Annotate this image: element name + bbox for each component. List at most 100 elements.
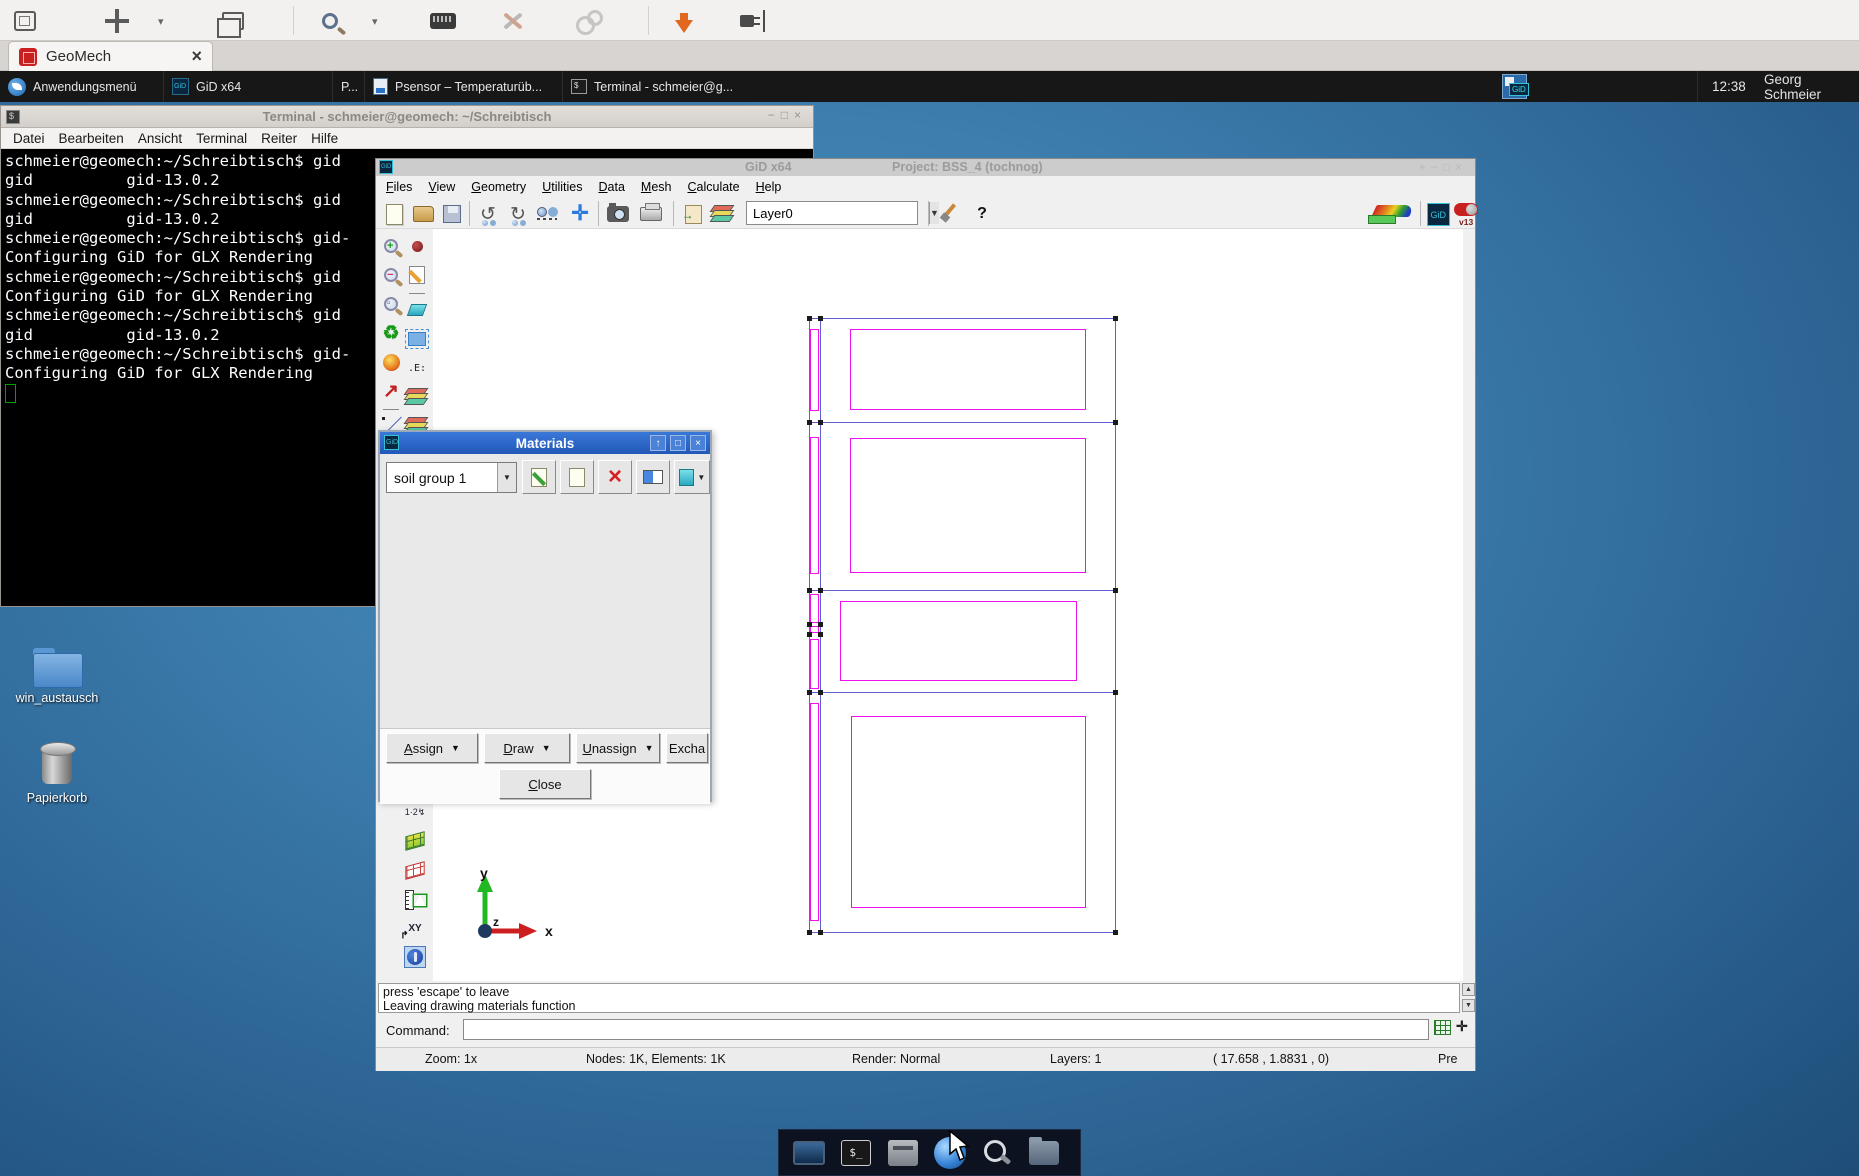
roll-up-icon[interactable]: ↑ xyxy=(650,435,666,451)
help-icon[interactable]: ? xyxy=(970,202,994,226)
message-box[interactable]: press 'escape' to leave Leaving drawing … xyxy=(378,983,1460,1013)
taskbar-window-gid[interactable]: GiD x64 xyxy=(163,71,331,102)
desktop-icon-trash[interactable]: Papierkorb xyxy=(12,742,102,806)
menu-reiter[interactable]: Reiter xyxy=(261,131,297,146)
gears-icon[interactable] xyxy=(575,8,599,34)
redo-icon[interactable]: ↻ xyxy=(506,202,530,226)
chevron-down-icon[interactable]: ▾ xyxy=(372,8,378,34)
material-select[interactable]: soil group 1 ▼ xyxy=(386,462,517,493)
edit-notepad-icon[interactable] xyxy=(406,264,428,286)
draw-materials-brush-icon[interactable] xyxy=(938,202,962,226)
unassign-button[interactable]: Unassign▼ xyxy=(576,733,660,763)
close-icon[interactable]: × xyxy=(690,435,706,451)
dock-display-icon[interactable] xyxy=(792,1136,826,1170)
assign-button[interactable]: Assign▼ xyxy=(386,733,478,763)
menu-mesh[interactable]: Mesh xyxy=(641,180,672,194)
material-select-arrow-icon[interactable]: ▼ xyxy=(497,463,516,492)
dimension-label-icon[interactable]: .E: xyxy=(406,357,428,379)
menu-ansicht[interactable]: Ansicht xyxy=(138,131,182,146)
select-surface-icon[interactable] xyxy=(406,328,428,350)
redraw-icon[interactable]: ♻ xyxy=(380,322,402,344)
minimize-icon[interactable]: − xyxy=(768,108,781,122)
material-options-button[interactable]: ▼ xyxy=(674,460,710,494)
maximize-icon[interactable]: □ xyxy=(781,108,794,122)
shade-icon[interactable]: + xyxy=(1419,160,1431,174)
terminal-output[interactable]: schmeier@geomech:~/Schreibtisch$ gid gid… xyxy=(5,152,350,384)
postprocess-toggle-icon[interactable] xyxy=(1366,202,1414,226)
draw-button[interactable]: Draw▼ xyxy=(484,733,570,763)
dock-search-icon[interactable] xyxy=(980,1136,1014,1170)
edit-material-button[interactable] xyxy=(522,460,556,494)
import-export-material-button[interactable] xyxy=(636,460,670,494)
close-icon[interactable]: × xyxy=(794,108,807,122)
duplicate-window-icon[interactable] xyxy=(222,8,244,34)
window-list-icon[interactable] xyxy=(14,8,36,34)
menu-hilfe[interactable]: Hilfe xyxy=(311,131,338,146)
new-project-icon[interactable] xyxy=(382,202,406,226)
pan-icon[interactable]: ✛ xyxy=(568,202,592,226)
zoom-in-icon[interactable] xyxy=(380,235,402,257)
view-glasses-icon[interactable] xyxy=(536,202,560,226)
chevron-down-icon[interactable]: ▾ xyxy=(158,8,164,34)
disconnect-plug-icon[interactable] xyxy=(740,8,754,34)
menu-files[interactable]: Files xyxy=(386,180,412,194)
menu-view[interactable]: View xyxy=(428,180,455,194)
dock-files-icon[interactable] xyxy=(886,1136,920,1170)
print-icon[interactable] xyxy=(639,202,663,226)
save-project-icon[interactable] xyxy=(440,202,464,226)
zoom-out-icon[interactable] xyxy=(380,264,402,286)
info-icon[interactable] xyxy=(404,946,426,968)
close-icon[interactable]: × xyxy=(1455,160,1467,174)
terminal-titlebar[interactable]: Terminal - schmeier@geomech: ~/Schreibti… xyxy=(1,106,813,128)
mesh-quad-icon[interactable] xyxy=(404,830,426,852)
zoom-frame-icon[interactable] xyxy=(380,293,402,315)
taskbar-window-terminal[interactable]: Terminal - schmeier@g... xyxy=(562,71,759,102)
xy-plane-icon[interactable]: XY xyxy=(404,917,426,939)
undo-icon[interactable]: ↺ xyxy=(476,202,500,226)
applications-menu-button[interactable]: Anwendungsmenü xyxy=(0,71,160,102)
numbering-icon[interactable]: 1·2↯ xyxy=(404,801,426,823)
menu-bearbeiten[interactable]: Bearbeiten xyxy=(59,131,124,146)
user-menu[interactable]: Georg Schmeier xyxy=(1764,71,1859,102)
layers-entities-icon[interactable] xyxy=(406,386,428,408)
layer-select[interactable]: ▼ xyxy=(746,201,918,225)
desktop-icon-win-austausch[interactable]: win_austausch xyxy=(12,648,102,706)
layer-select-input[interactable] xyxy=(747,202,929,224)
menu-utilities[interactable]: Utilities xyxy=(542,180,582,194)
gid-titlebar[interactable]: GiD x64 Project: BSS_4 (tochnog) +−□× xyxy=(376,159,1475,176)
command-grid-icon[interactable] xyxy=(1434,1020,1451,1035)
new-material-button[interactable] xyxy=(560,460,594,494)
fullscreen-icon[interactable] xyxy=(105,8,129,34)
menu-help[interactable]: Help xyxy=(756,180,782,194)
tools-icon[interactable] xyxy=(500,8,524,34)
create-point-icon[interactable] xyxy=(406,235,428,257)
maximize-icon[interactable]: □ xyxy=(1443,160,1455,174)
menu-calculate[interactable]: Calculate xyxy=(687,180,739,194)
magnifier-icon[interactable] xyxy=(322,8,338,34)
taskbar-window-p[interactable]: P... xyxy=(332,71,363,102)
rotate-icon[interactable]: ↗ xyxy=(380,380,402,402)
keyboard-icon[interactable] xyxy=(430,8,456,34)
exchange-button[interactable]: Excha xyxy=(666,733,708,763)
close-button[interactable]: Close xyxy=(499,769,591,799)
delete-material-button[interactable]: × xyxy=(598,460,632,494)
maximize-icon[interactable]: □ xyxy=(670,435,686,451)
measure-icon[interactable] xyxy=(404,888,426,910)
delete-icon[interactable] xyxy=(406,299,428,321)
send-to-layer-icon[interactable] xyxy=(681,202,705,226)
menu-terminal[interactable]: Terminal xyxy=(196,131,247,146)
tab-geomech[interactable]: GeoMech × xyxy=(8,41,213,71)
tray-gid-icon[interactable] xyxy=(1502,74,1527,99)
snapshot-camera-icon[interactable] xyxy=(606,202,630,226)
materials-titlebar[interactable]: Materials ↑ □ × xyxy=(380,432,710,454)
dock-terminal-icon[interactable]: $_ xyxy=(839,1136,873,1170)
menu-datei[interactable]: Datei xyxy=(13,131,45,146)
scroll-down-icon[interactable]: ▼ xyxy=(1462,999,1475,1012)
dock-folder-icon[interactable] xyxy=(1027,1136,1061,1170)
command-cross-icon[interactable]: ✛ xyxy=(1456,1018,1468,1035)
layers-stack-icon[interactable] xyxy=(711,202,735,226)
mesh-outline-icon[interactable] xyxy=(404,859,426,881)
usb-download-icon[interactable] xyxy=(675,8,693,34)
taskbar-window-psensor[interactable]: Psensor – Temperaturüb... xyxy=(364,71,561,102)
command-input[interactable] xyxy=(463,1019,1429,1040)
